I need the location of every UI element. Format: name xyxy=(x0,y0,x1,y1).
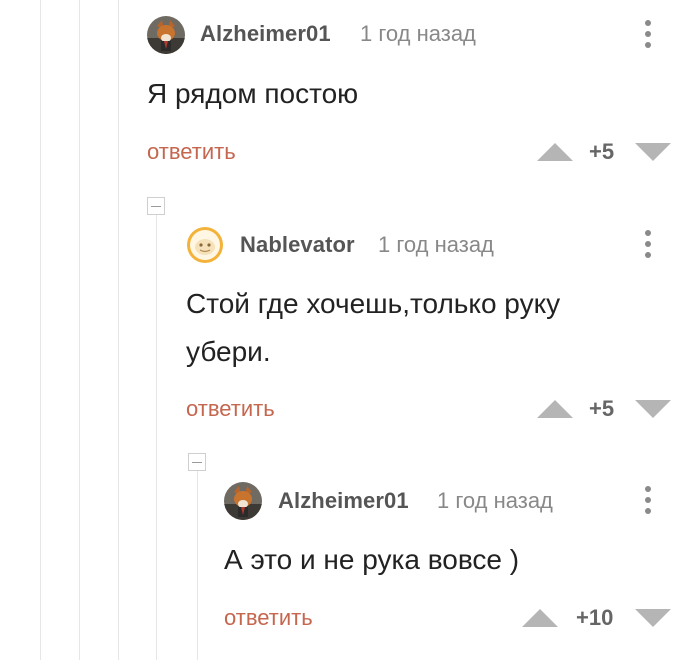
kebab-menu-icon[interactable] xyxy=(636,482,660,518)
kebab-menu-icon[interactable] xyxy=(636,226,660,262)
vote-down-icon[interactable] xyxy=(635,609,671,627)
comment-timestamp[interactable]: 1 год назад xyxy=(360,21,476,47)
comment-text: Я рядом постою xyxy=(147,78,359,109)
comment-text-line: убери. xyxy=(186,336,271,367)
reply-link[interactable]: ответить xyxy=(224,605,313,631)
comment-text-line: Стой где хочешь,только руку xyxy=(186,288,561,319)
comment-author[interactable]: Nablevator xyxy=(240,232,355,258)
collapse-icon[interactable] xyxy=(188,453,206,471)
reply-link[interactable]: ответить xyxy=(147,139,236,165)
avatar[interactable] xyxy=(186,226,224,264)
comment-rating: +5 xyxy=(589,396,615,421)
thread-guide-line xyxy=(40,0,41,660)
vote-down-icon[interactable] xyxy=(635,400,671,418)
thread-guide-line xyxy=(79,0,80,660)
vote-down-icon[interactable] xyxy=(635,143,671,161)
vote-up-icon[interactable] xyxy=(537,143,573,161)
avatar[interactable] xyxy=(147,16,185,54)
vote-up-icon[interactable] xyxy=(537,400,573,418)
vote-up-icon[interactable] xyxy=(522,609,558,627)
comment-timestamp[interactable]: 1 год назад xyxy=(378,232,494,258)
kebab-menu-icon[interactable] xyxy=(636,16,660,52)
reply-link[interactable]: ответить xyxy=(186,396,275,422)
thread-guide-line xyxy=(118,0,119,660)
round-avatar-icon xyxy=(187,227,223,263)
comment-rating: +5 xyxy=(589,139,615,164)
comment-timestamp[interactable]: 1 год назад xyxy=(437,488,553,514)
branch-line xyxy=(156,215,157,660)
collapse-icon[interactable] xyxy=(147,197,165,215)
comment-author[interactable]: Alzheimer01 xyxy=(278,488,409,514)
fox-avatar-icon xyxy=(224,482,262,520)
avatar[interactable] xyxy=(224,482,262,520)
fox-avatar-icon xyxy=(147,16,185,54)
comment-rating: +10 xyxy=(576,605,614,630)
comment-author[interactable]: Alzheimer01 xyxy=(200,21,331,47)
branch-line xyxy=(197,471,198,660)
comment-text: А это и не рука вовсе ) xyxy=(224,544,520,575)
